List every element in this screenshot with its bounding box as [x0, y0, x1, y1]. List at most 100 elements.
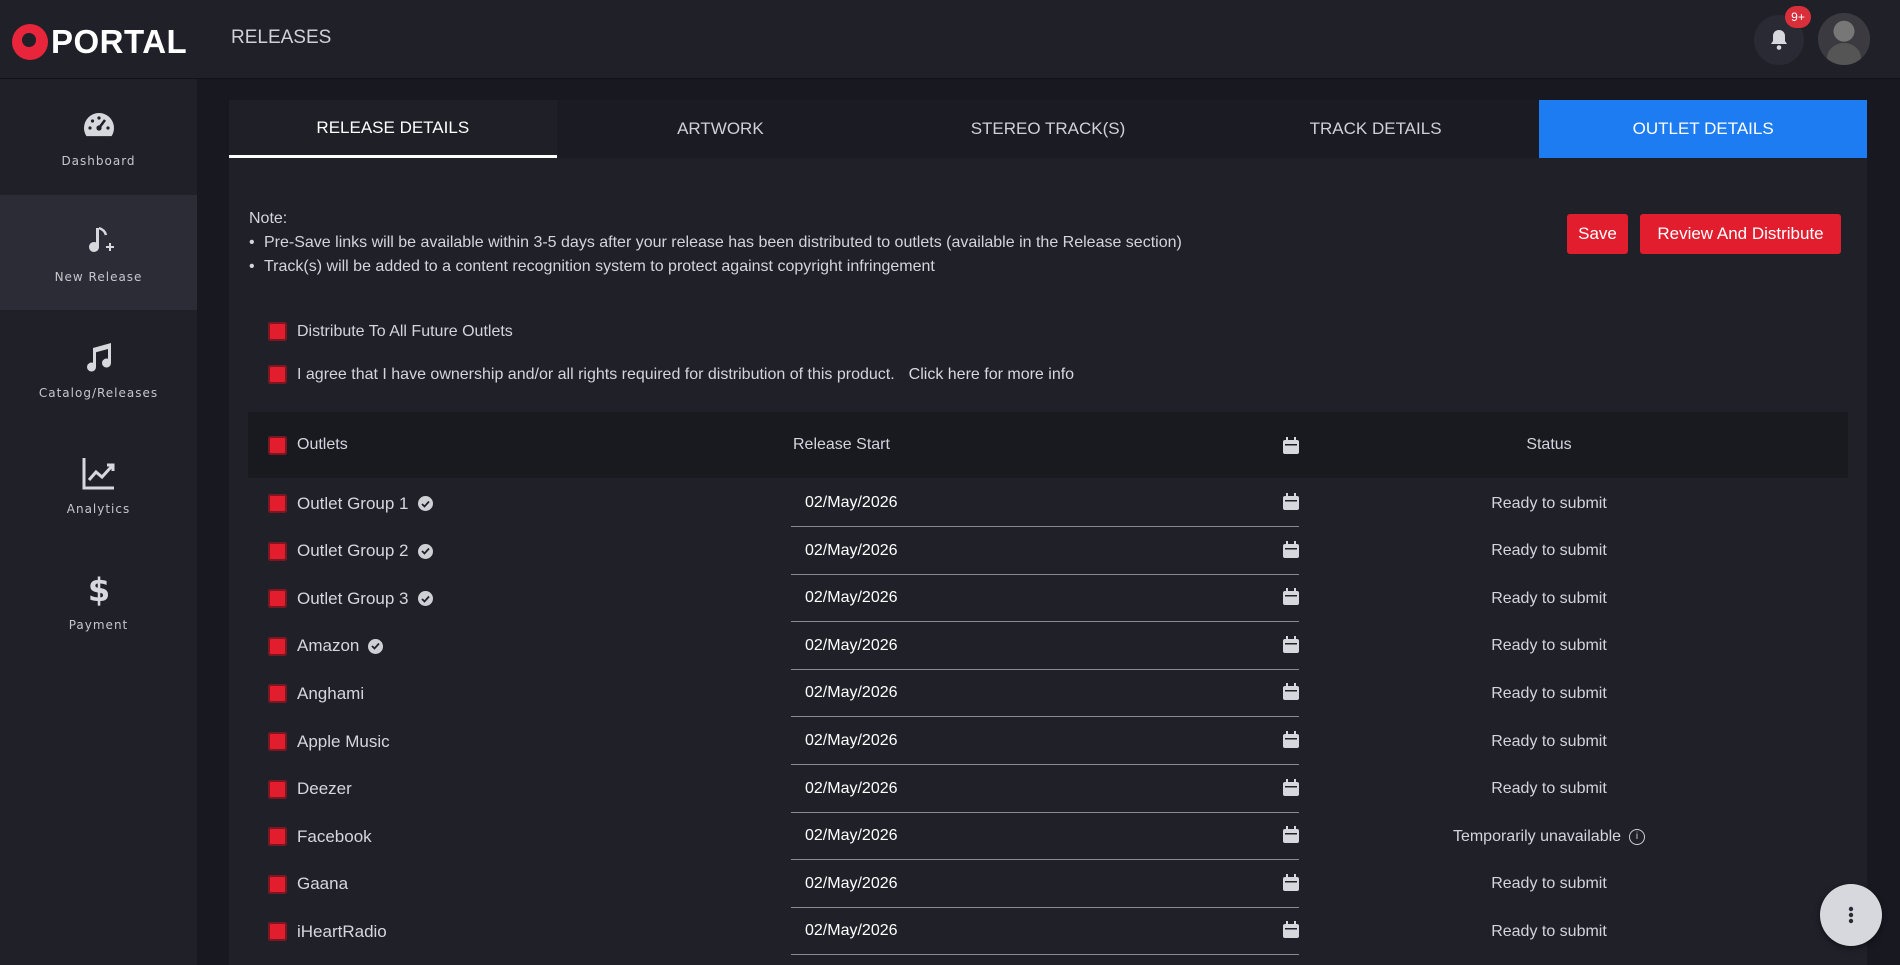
table-row: Amazon 02/May/2026 Ready to submit [248, 623, 1848, 670]
outlet-checkbox[interactable] [268, 636, 287, 656]
sidebar-label-analytics: Analytics [66, 501, 131, 516]
calendar-icon [1283, 826, 1299, 844]
status-cell: Ready to submit [1306, 861, 1792, 908]
table-row: Gaana 02/May/2026 Ready to submit [248, 861, 1848, 908]
release-date-value: 02/May/2026 [805, 589, 898, 607]
status-text: Ready to submit [1491, 684, 1607, 702]
rights-agreement-checkbox[interactable] [268, 365, 287, 384]
outlets-header-label: Outlets [297, 436, 348, 453]
release-date-field[interactable]: 02/May/2026 [791, 908, 1299, 956]
status-cell: Ready to submit [1306, 718, 1792, 765]
verified-check-icon [417, 543, 433, 559]
release-date-field[interactable]: 02/May/2026 [791, 718, 1299, 765]
release-date-field[interactable]: 02/May/2026 [791, 575, 1299, 623]
table-row: Anghami 02/May/2026 Ready to submit [248, 670, 1848, 718]
portal-logo[interactable]: PORTAL [12, 22, 187, 62]
status-text: Temporarily unavailable [1452, 827, 1622, 845]
distribute-future-label: Distribute To All Future Outlets [297, 322, 513, 340]
outlet-checkbox[interactable] [268, 779, 287, 799]
note-item: Track(s) will be added to a content reco… [249, 258, 1182, 276]
status-cell: Temporarily unavailable i [1306, 813, 1792, 860]
outlet-checkbox[interactable] [268, 922, 287, 942]
table-row: Outlet Group 3 02/May/2026 Ready to submit [248, 575, 1848, 623]
sidebar-item-dashboard[interactable]: Dashboard [0, 79, 197, 194]
note-section: Note: Pre-Save links will be available w… [249, 210, 1182, 276]
calendar-icon [1283, 635, 1299, 653]
status-text: Ready to submit [1491, 875, 1607, 893]
dashboard-gauge-icon [83, 112, 114, 136]
outlet-checkbox[interactable] [268, 589, 287, 609]
outlet-name: Outlet Group 1 [297, 493, 409, 513]
avatar[interactable] [1818, 13, 1870, 65]
release-date-field[interactable]: 02/May/2026 [791, 813, 1299, 861]
svg-text:$: $ [87, 571, 109, 608]
status-cell: Ready to submit [1306, 766, 1792, 813]
save-button[interactable]: Save [1567, 214, 1628, 254]
sidebar-label-dashboard: Dashboard [61, 153, 136, 168]
tab-outlet-details[interactable]: OUTLET DETAILS [1539, 100, 1867, 158]
tab-release-details[interactable]: RELEASE DETAILS [229, 100, 557, 158]
sidebar-label-payment: Payment [68, 617, 129, 632]
outlet-cell: Outlet Group 3 [268, 575, 433, 622]
outlet-checkbox[interactable] [268, 732, 287, 751]
select-all-outlets-checkbox[interactable] [268, 435, 287, 455]
calendar-icon [1283, 683, 1299, 701]
table-row: Apple Music 02/May/2026 Ready to submit [248, 718, 1848, 765]
status-cell: Ready to submit [1306, 528, 1792, 575]
calendar-icon [1283, 778, 1299, 796]
release-date-field[interactable]: 02/May/2026 [791, 766, 1299, 813]
release-date-field[interactable]: 02/May/2026 [791, 480, 1299, 527]
calendar-icon [1283, 731, 1299, 748]
more-info-link[interactable]: Click here for more info [909, 366, 1074, 384]
note-heading: Note: [249, 210, 288, 227]
outlet-cell: iHeartRadio [268, 908, 387, 955]
release-date-value: 02/May/2026 [805, 922, 898, 940]
top-bar: PORTAL RELEASES 9+ [0, 0, 1900, 79]
calendar-icon [1283, 873, 1299, 891]
release-date-field[interactable]: 02/May/2026 [791, 623, 1299, 670]
calendar-icon [1283, 588, 1299, 606]
outlet-cell: Apple Music [268, 718, 390, 765]
notification-badge: 9+ [1785, 6, 1811, 28]
release-date-field[interactable]: 02/May/2026 [791, 861, 1299, 908]
logo-mark-icon [12, 24, 48, 60]
sidebar-item-analytics[interactable]: Analytics [0, 427, 197, 542]
outlet-checkbox[interactable] [268, 874, 287, 894]
outlet-checkbox[interactable] [268, 827, 287, 847]
calendar-icon [1283, 921, 1299, 939]
outlets-header: Outlets [268, 412, 348, 478]
sidebar: Dashboard New Release Catalog/Releases A… [0, 79, 197, 965]
bulk-calendar-button[interactable] [1283, 412, 1299, 478]
outlet-name: Anghami [297, 683, 365, 703]
music-note-plus-icon [88, 226, 114, 252]
status-cell: Ready to submit [1306, 575, 1792, 622]
tab-stereo-tracks[interactable]: STEREO TRACK(S) [884, 100, 1212, 158]
distribute-future-option: Distribute To All Future Outlets [268, 322, 513, 341]
outlet-checkbox[interactable] [268, 684, 287, 704]
info-icon[interactable]: i [1629, 828, 1646, 845]
outlet-details-panel: RELEASE DETAILS ARTWORK STEREO TRACK(S) … [229, 100, 1867, 965]
table-row: Outlet Group 1 02/May/2026 Ready to submit [248, 480, 1848, 527]
release-date-field[interactable]: 02/May/2026 [791, 670, 1299, 718]
more-options-button[interactable] [1820, 884, 1882, 946]
sidebar-item-payment[interactable]: $ Payment [0, 543, 197, 658]
bell-icon [1771, 30, 1787, 50]
outlet-cell: Outlet Group 2 [268, 528, 433, 575]
status-cell: Ready to submit [1306, 670, 1792, 717]
tab-track-details[interactable]: TRACK DETAILS [1212, 100, 1540, 158]
sidebar-item-catalog-releases[interactable]: Catalog/Releases [0, 311, 197, 426]
rights-agreement-label: I agree that I have ownership and/or all… [297, 365, 895, 383]
tab-artwork[interactable]: ARTWORK [557, 100, 885, 158]
outlet-cell: Gaana [268, 861, 348, 908]
release-date-field[interactable]: 02/May/2026 [791, 528, 1299, 575]
table-row: Deezer 02/May/2026 Ready to submit [248, 766, 1848, 813]
outlet-checkbox[interactable] [268, 494, 287, 513]
outlet-cell: Amazon [268, 623, 384, 670]
verified-check-icon [417, 591, 433, 607]
sidebar-item-new-release[interactable]: New Release [0, 195, 197, 310]
status-text: Ready to submit [1491, 780, 1607, 798]
review-and-distribute-button[interactable]: Review And Distribute [1640, 214, 1841, 254]
distribute-future-checkbox[interactable] [268, 322, 287, 341]
status-cell: Ready to submit [1306, 480, 1792, 527]
outlet-checkbox[interactable] [268, 541, 287, 561]
